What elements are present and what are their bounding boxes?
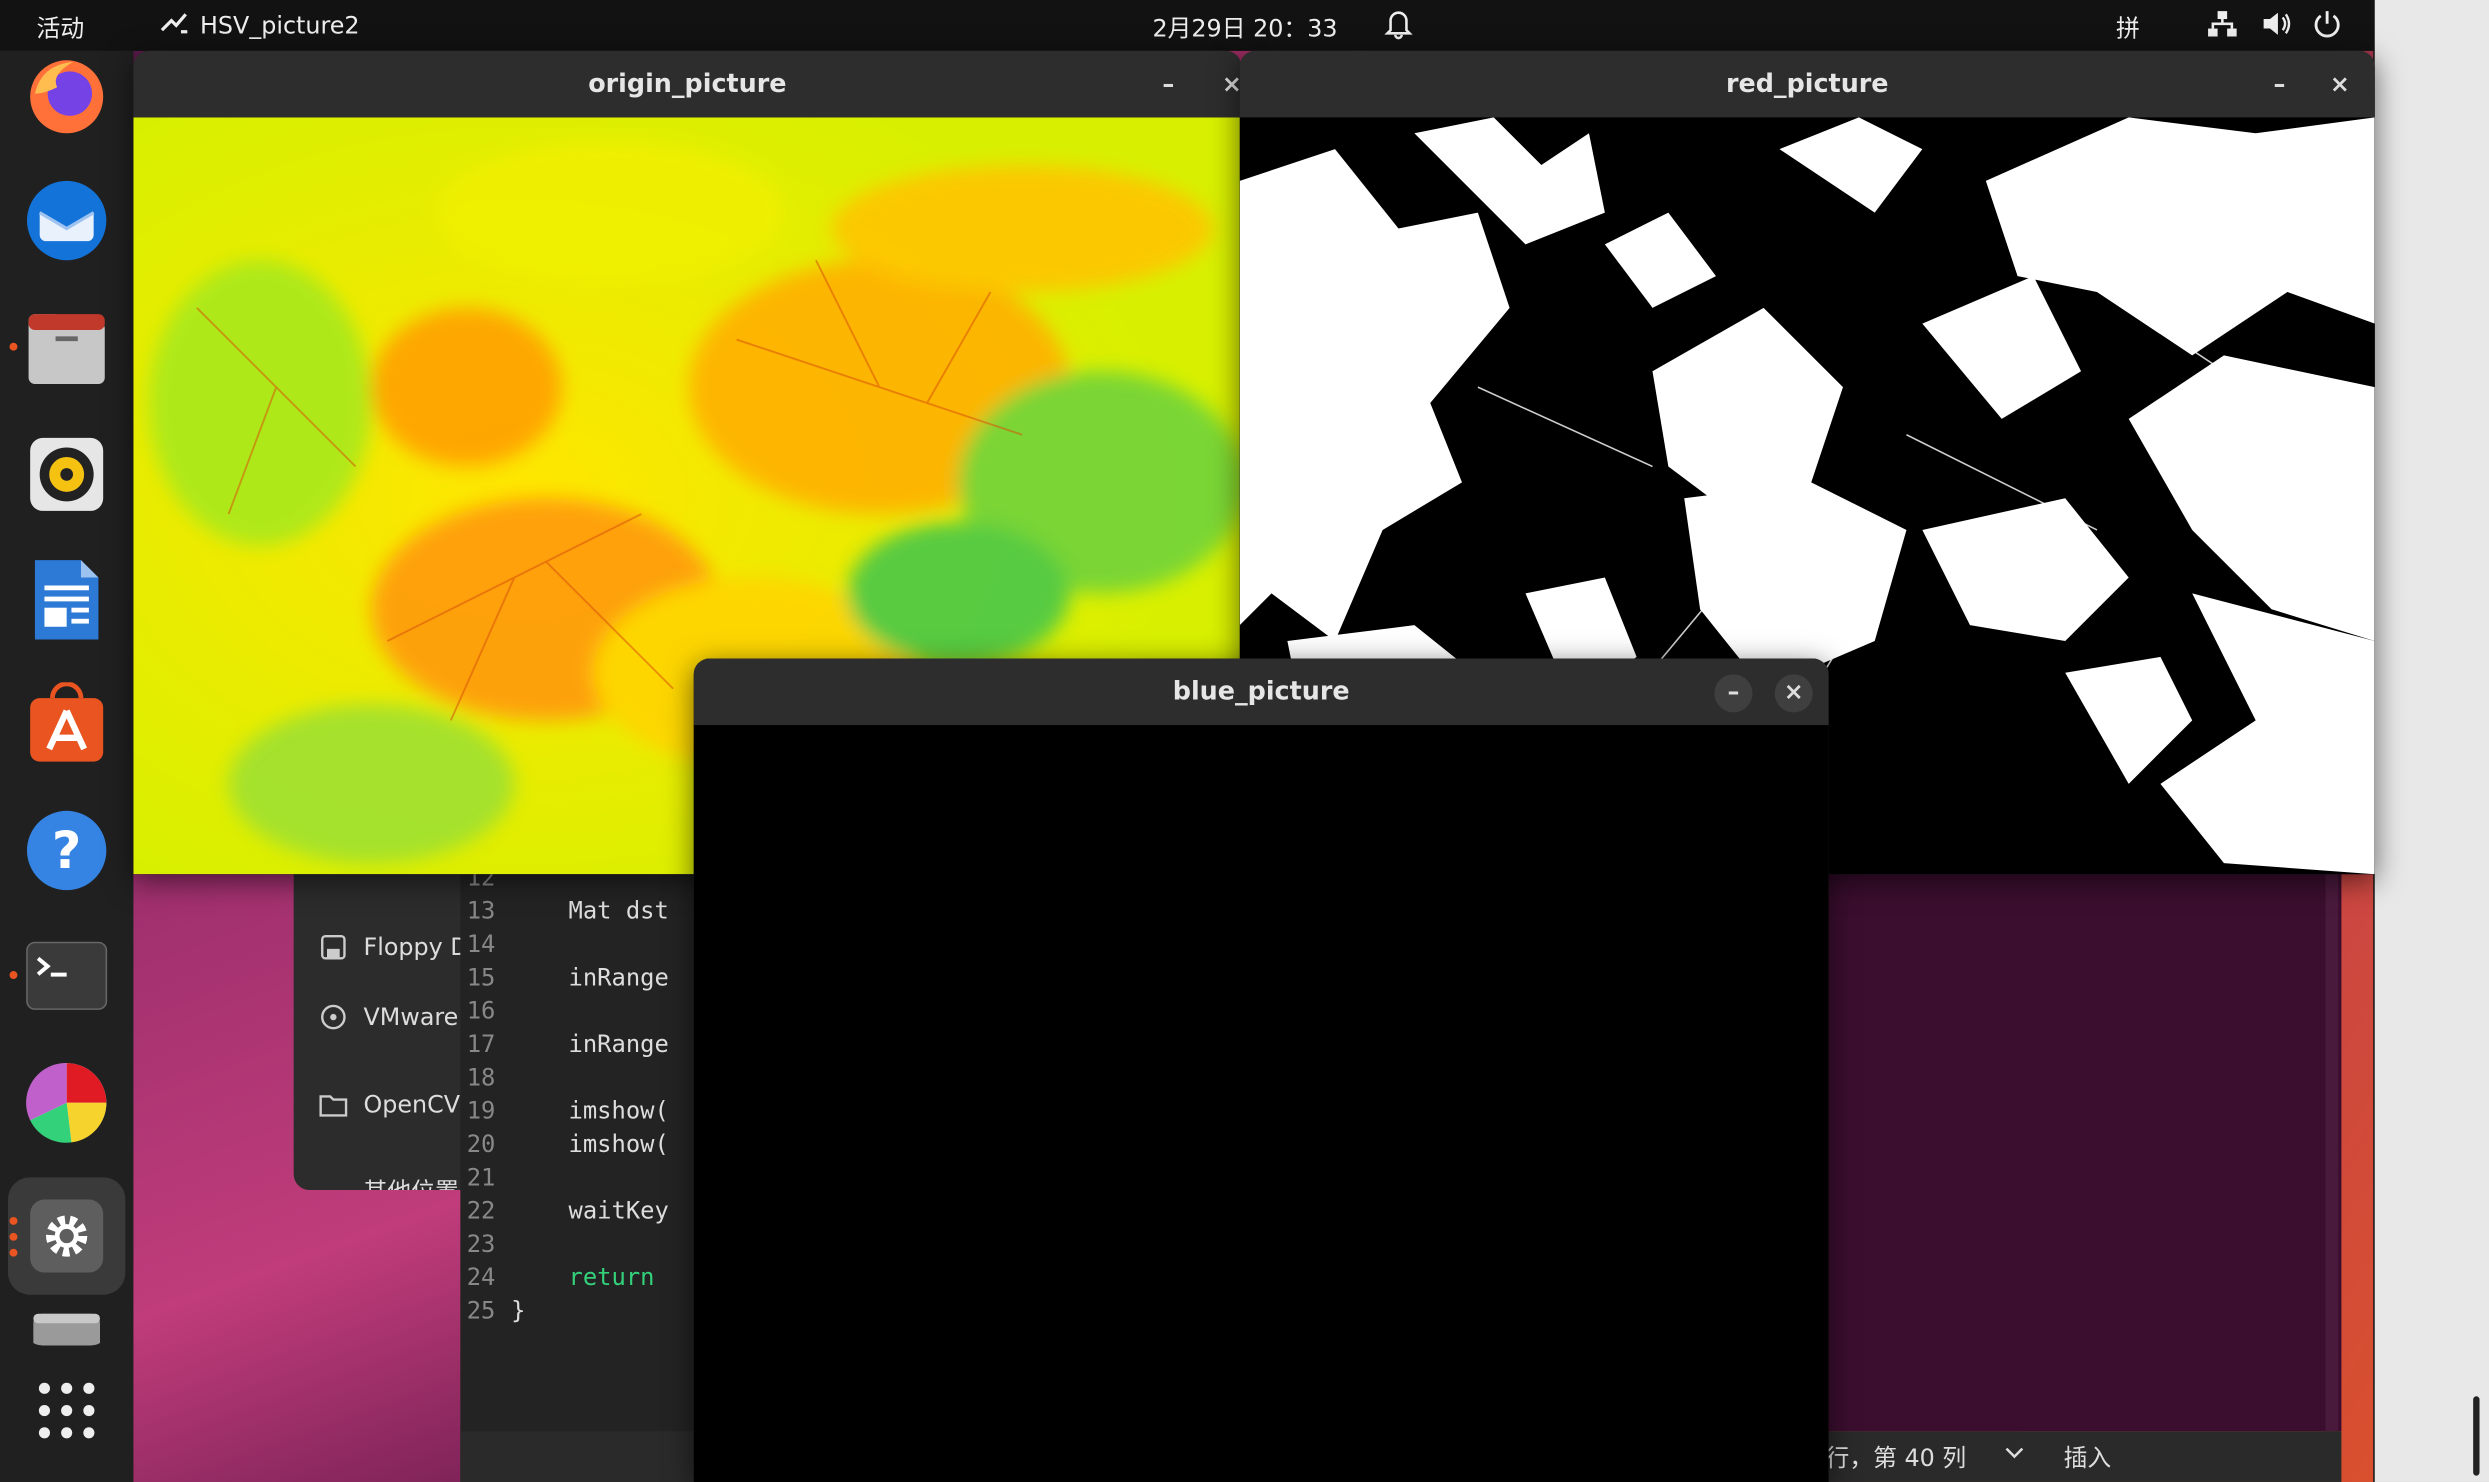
code-line: 25} [467, 1296, 526, 1325]
blue-mask-image [693, 725, 1829, 1482]
line-number: 16 [466, 996, 496, 1026]
code-editor[interactable]: 12 13 Mat dst 14 15 inRange 16 17 inRange 18 19… [460, 863, 699, 1482]
floppy-icon [321, 934, 346, 960]
disk-usage-analyzer-icon[interactable] [24, 1060, 110, 1146]
code-line: 23 [467, 1230, 511, 1259]
line-number: 21 [466, 1163, 496, 1192]
terminal-icon[interactable] [24, 933, 110, 1019]
line-number: 17 [466, 1029, 496, 1059]
close-button[interactable]: × [1213, 67, 1242, 105]
code-line: 19 imshow( [467, 1096, 669, 1125]
code-line: 14 [467, 930, 511, 959]
dock: ? [0, 50, 134, 1482]
app-menu-icon[interactable] [159, 11, 191, 46]
blue-picture-window: blue_picture – × [693, 658, 1829, 1482]
sidebar-item-label: 其他位置 [364, 1174, 459, 1190]
code-line: 17 inRange [467, 1030, 669, 1059]
disc-icon [321, 1004, 346, 1030]
files-sidebar: Floppy D VMware OpenCV 其他位置 [293, 872, 469, 1191]
power-icon[interactable] [2311, 8, 2343, 46]
sidebar-item-vmware[interactable]: VMware [319, 1003, 458, 1038]
right-screen-edge [2374, 0, 2489, 1482]
cursor-position[interactable]: 行，第 40 列 [1826, 1441, 1967, 1474]
code-line: 22 waitKey [467, 1196, 669, 1225]
line-number: 13 [466, 896, 496, 926]
line-number: 14 [466, 929, 496, 959]
volume-icon[interactable] [2260, 10, 2292, 45]
code-text: imshow( [511, 1129, 669, 1159]
code-text: inRange [511, 1029, 669, 1059]
chevron-down-icon[interactable] [2003, 1441, 2025, 1470]
sidebar-item-floppy[interactable]: Floppy D [319, 933, 468, 968]
minimize-button[interactable]: – [2260, 67, 2298, 105]
line-number: 20 [466, 1129, 496, 1159]
sidebar-item-label: VMware [363, 1002, 459, 1032]
code-text: Mat dst [511, 896, 669, 926]
sidebar-item-label: Floppy D [363, 932, 469, 962]
window-titlebar[interactable]: blue_picture – × [693, 658, 1829, 726]
notification-bell-icon[interactable] [1384, 8, 1413, 46]
minimize-button[interactable]: – [1714, 674, 1753, 713]
show-applications-icon[interactable] [24, 1368, 110, 1454]
window-title: red_picture [1725, 68, 1889, 99]
window-title: blue_picture [1172, 675, 1350, 707]
sidebar-item-label: OpenCV [363, 1090, 461, 1119]
code-text: inRange [511, 963, 669, 992]
code-text: return [511, 1263, 655, 1292]
thunderbird-icon[interactable] [24, 178, 110, 264]
window-titlebar[interactable]: red_picture – × [1239, 50, 2375, 118]
help-icon[interactable]: ? [24, 808, 110, 894]
top-bar: 活动 HSV_picture2 2月29日 20：33 拼 [0, 0, 2375, 51]
firefox-icon[interactable] [24, 54, 110, 140]
activities-button[interactable]: 活动 [37, 11, 85, 44]
code-line: 13 Mat dst [467, 896, 669, 925]
code-line: 15 inRange [467, 963, 669, 992]
code-line: 18 [467, 1063, 511, 1092]
svg-text:?: ? [52, 821, 81, 880]
app-menu-label[interactable]: HSV_picture2 [200, 11, 360, 40]
code-text: imshow( [511, 1096, 669, 1125]
close-button[interactable]: × [2321, 67, 2359, 105]
insert-mode[interactable]: 插入 [2064, 1441, 2112, 1474]
close-button[interactable]: × [1774, 674, 1813, 713]
network-icon[interactable] [2206, 10, 2238, 45]
folder-icon [319, 1095, 348, 1117]
line-number: 25 [466, 1296, 496, 1325]
rhythmbox-icon[interactable] [24, 432, 110, 518]
code-line: 24 return [467, 1263, 655, 1292]
code-line: 16 [467, 996, 511, 1025]
ubuntu-software-icon[interactable] [24, 682, 110, 768]
input-method-indicator[interactable]: 拼 [2116, 11, 2140, 44]
code-text: waitKey [511, 1196, 669, 1225]
code-line: 21 [467, 1163, 511, 1192]
window-titlebar[interactable]: origin_picture – × [133, 50, 1242, 118]
scrollbar[interactable] [2325, 872, 2339, 1432]
sidebar-item-opencv[interactable]: OpenCV [319, 1090, 460, 1125]
minimize-button[interactable]: – [1149, 67, 1187, 105]
line-number: 15 [466, 963, 496, 992]
line-number: 23 [466, 1229, 496, 1259]
line-number: 22 [466, 1196, 496, 1225]
window-title: origin_picture [588, 68, 787, 99]
removable-drive-icon[interactable] [24, 1307, 110, 1346]
code-line: 20 imshow( [467, 1130, 669, 1159]
code-text: } [511, 1296, 526, 1325]
line-number: 18 [466, 1063, 496, 1092]
settings-icon[interactable] [7, 1177, 126, 1295]
terminal-view[interactable] [1825, 872, 2342, 1432]
line-number: 19 [466, 1096, 496, 1125]
clock[interactable]: 2月29日 20：33 [1152, 11, 1337, 44]
line-number: 24 [466, 1263, 496, 1292]
files-icon[interactable] [24, 305, 110, 391]
libreoffice-writer-icon[interactable] [24, 557, 110, 643]
